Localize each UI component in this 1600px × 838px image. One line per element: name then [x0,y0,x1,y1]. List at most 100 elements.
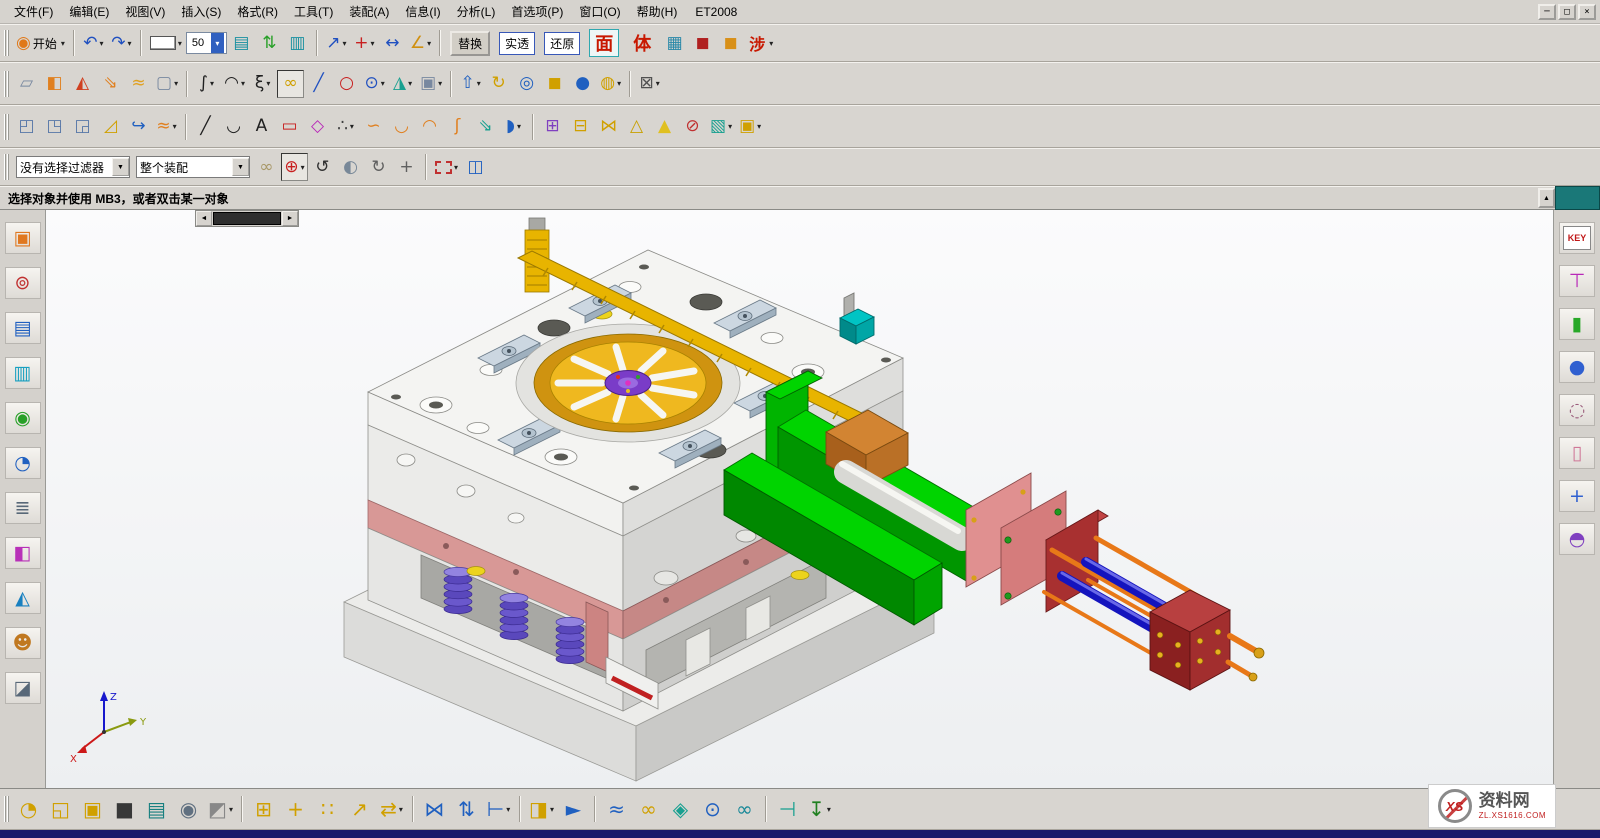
playback-icon-dropdown[interactable]: ▾ [757,122,761,131]
shaded-wedge-icon[interactable]: ◐ [337,153,364,181]
pan-view-icon[interactable]: + [393,153,420,181]
playback-icon[interactable]: ▣▾ [736,113,764,141]
join-curve-icon[interactable]: ʃ [444,113,471,141]
component-set-icon[interactable]: ▣ [77,792,108,826]
menu-item-8[interactable]: 信息(I) [397,0,448,23]
menu-item-11[interactable]: 窗口(O) [571,0,628,23]
iso-view-icon[interactable]: ◫ [462,153,489,181]
minimize-button[interactable]: ─ [1538,4,1556,20]
text-icon[interactable]: A [248,113,275,141]
block-icon[interactable]: ◼ [541,70,568,98]
measure-angle-icon-dropdown[interactable]: ▾ [427,39,431,48]
datum-plane-icon[interactable]: ▱ [13,70,40,98]
boolean-unite-icon[interactable]: ◍▾ [597,70,624,98]
remove-parameters-icon[interactable]: ⊘ [679,113,706,141]
point-constructor-icon[interactable]: +▾ [351,29,378,57]
scroll-thumb[interactable] [213,212,281,225]
clearance-icon[interactable]: ◈ [665,792,696,826]
roles-icon[interactable]: ☻ [5,627,41,659]
import-icon[interactable]: ↧▾ [804,792,835,826]
hydraulic-cylinder[interactable] [966,473,1264,690]
move-cross-icon[interactable]: + [1559,480,1595,512]
pattern-component-icon[interactable]: ∷ [312,792,343,826]
edit-feature-icon[interactable]: ▧▾ [707,113,735,141]
red-solid-icon[interactable]: ◼ [689,29,716,57]
blue-sphere-icon[interactable]: ● [1559,351,1595,383]
pattern-face-icon[interactable]: ⊟ [567,113,594,141]
graphics-window[interactable]: ◄ ► [46,210,1553,788]
helix-icon-dropdown[interactable]: ▾ [266,79,270,88]
extend-surface-icon[interactable]: ◲ [69,113,96,141]
gold-solid-icon[interactable]: ◼ [717,29,744,57]
web-browser-icon[interactable]: ◉ [5,402,41,434]
offset-curve-icon[interactable]: ∽ [360,113,387,141]
extrude-icon[interactable]: ⇧▾ [457,70,484,98]
bounded-plane-icon-dropdown[interactable]: ▾ [174,79,178,88]
sequence-icon[interactable]: ► [558,792,589,826]
arrangement-icon[interactable]: ◨▾ [526,792,557,826]
patch-warning-icon[interactable]: ▲ [651,113,678,141]
revolve-icon[interactable]: ↻ [485,70,512,98]
mirror-body-icon[interactable]: ⋈ [595,113,622,141]
interpart-chain-icon[interactable]: ∞ [633,792,664,826]
vector-constructor-icon[interactable]: ↗▾ [323,29,350,57]
layer-category-icon[interactable]: ▥ [284,29,311,57]
trim-body-icon[interactable]: ⊠▾ [636,70,663,98]
close-button[interactable]: × [1578,4,1596,20]
measure-angle-icon[interactable]: ∠▾ [407,29,434,57]
circle-icon[interactable]: ⊙▾ [361,70,388,98]
menu-item-3[interactable]: 视图(V) [117,0,173,23]
circle-icon-dropdown[interactable]: ▾ [381,79,385,88]
menu-item-1[interactable]: 文件(F) [6,0,61,23]
import-icon-dropdown[interactable]: ▾ [827,805,831,814]
wade-button-dropdown[interactable]: ▾ [769,39,773,48]
studio-spline-icon-dropdown[interactable]: ▾ [241,79,245,88]
assembly-constraint-icon[interactable]: ⊢▾ [483,792,514,826]
spline-icon[interactable]: ∫▾ [193,70,220,98]
intersect-curve-icon[interactable]: ◗▾ [500,113,527,141]
menu-item-10[interactable]: 首选项(P) [503,0,571,23]
body-button[interactable]: 体 [624,29,660,57]
work-layer-spinner-dropdown[interactable]: ▾ [211,33,224,53]
isolate-icon[interactable]: ⊣ [772,792,803,826]
snap-point-button-dropdown[interactable]: ▾ [301,163,305,172]
wave-geometry-icon[interactable]: ≈ [601,792,632,826]
layer-visible-icon[interactable]: ⇅ [256,29,283,57]
spline-icon-dropdown[interactable]: ▾ [210,79,214,88]
part-navigator-icon[interactable]: ▤ [5,312,41,344]
new-component-icon[interactable]: + [280,792,311,826]
display-color-swatch[interactable]: ▾ [147,29,185,57]
purple-sphere-icon[interactable]: ◓ [1559,523,1595,555]
redo-button[interactable]: ↷▾ [108,29,135,57]
hole-icon[interactable]: ◎ [513,70,540,98]
styled-sweep-icon[interactable]: ≈ [125,70,152,98]
process-studio-icon[interactable]: ◧ [5,537,41,569]
rectangle-icon[interactable]: ▭ [276,113,303,141]
scene-icon[interactable]: ◪ [5,672,41,704]
wade-button[interactable]: 涉▾ [745,29,775,57]
vector-constructor-icon-dropdown[interactable]: ▾ [343,39,347,48]
copy-face-icon[interactable]: ▦ [661,29,688,57]
edit-feature-icon-dropdown[interactable]: ▾ [728,122,732,131]
bounded-plane-icon[interactable]: ▢▾ [153,70,181,98]
green-capsule-icon[interactable]: ▮ [1559,308,1595,340]
point-set-icon-dropdown[interactable]: ▾ [350,122,354,131]
key-help-icon[interactable]: KEY [1559,222,1595,254]
datum-csys-icon-dropdown[interactable]: ▾ [438,79,442,88]
cone-primitive-icon[interactable]: ◮▾ [389,70,416,98]
arc-red-icon[interactable]: ○ [333,70,360,98]
sketch-arc-icon[interactable]: ◡ [220,113,247,141]
scroll-up-button[interactable]: ▲ [1538,188,1555,208]
show-component-icon[interactable]: ◔ [13,792,44,826]
menu-item-4[interactable]: 插入(S) [173,0,229,23]
bend-surface-icon[interactable]: ↪ [125,113,152,141]
move-component-icon[interactable]: ↗ [344,792,375,826]
bridge-curve-icon[interactable]: ◡ [388,113,415,141]
restore-display-button[interactable]: 还原 [540,29,584,57]
interpart-link-icon[interactable]: ∞ [253,153,280,181]
through-curves-icon[interactable]: ◭ [69,70,96,98]
helix-icon[interactable]: ξ▾ [249,70,276,98]
constraint-navigator-icon[interactable]: ⊚ [5,267,41,299]
assembly-navigator-icon[interactable]: ▣ [5,222,41,254]
sweep-guide-icon[interactable]: ⇘ [97,70,124,98]
